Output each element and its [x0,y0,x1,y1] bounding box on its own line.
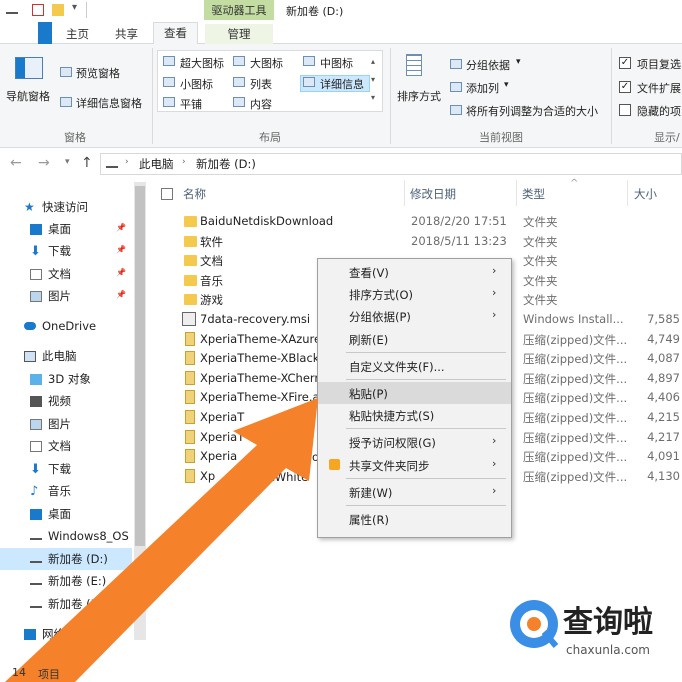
arrow-shape [5,398,318,682]
watermark-logo [510,600,559,648]
watermark-text: 查询啦 [563,605,653,640]
watermark-url: chaxunla.com [566,643,650,657]
status-bar: 14 项目 [0,664,200,682]
annotation-arrow [5,398,318,682]
item-count: 14 [12,666,26,679]
item-count-unit: 项目 [38,668,60,681]
